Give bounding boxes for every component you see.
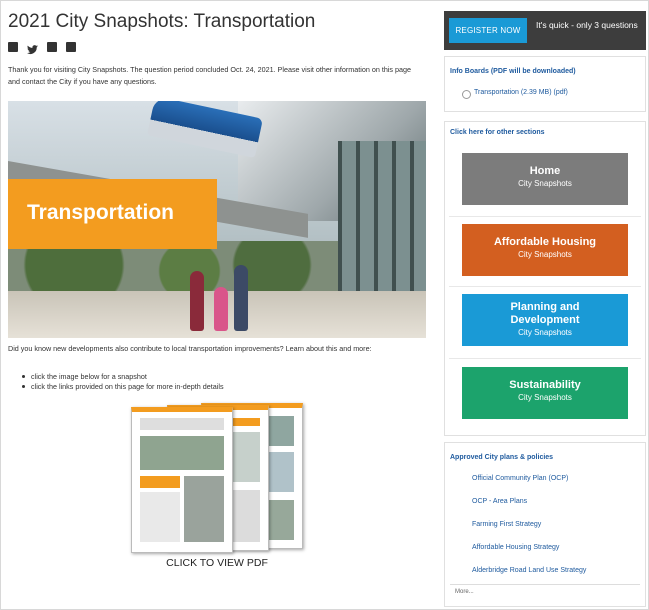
bullet-item: click the links provided on this page fo… [22, 382, 224, 392]
facebook-icon[interactable] [8, 42, 18, 52]
plans-heading: Approved City plans & policies [450, 454, 554, 461]
hero-image[interactable]: Transportation [8, 101, 426, 338]
linkedin-icon[interactable] [47, 42, 57, 52]
plan-link[interactable]: OCP - Area Plans [472, 498, 527, 505]
plan-link[interactable]: Official Community Plan (OCP) [472, 475, 568, 482]
tile-sustainability[interactable]: Sustainability City Snapshots [462, 367, 628, 419]
more-link[interactable]: More... [455, 589, 474, 595]
tile-planning-development[interactable]: Planning and Development City Snapshots [462, 294, 628, 346]
tile-home[interactable]: Home City Snapshots [462, 153, 628, 205]
register-button[interactable]: REGISTER NOW [449, 18, 527, 43]
tile-subtitle: City Snapshots [518, 250, 572, 259]
plan-link[interactable]: Farming First Strategy [472, 521, 541, 528]
tile-subtitle: City Snapshots [518, 393, 572, 402]
sections-panel: Click here for other sections Home City … [444, 121, 646, 436]
tile-title: Home [529, 165, 561, 177]
tile-subtitle: City Snapshots [518, 179, 572, 188]
tile-subtitle: City Snapshots [518, 328, 572, 337]
intro-text: Thank you for visiting City Snapshots. T… [8, 65, 411, 86]
divider [449, 358, 641, 359]
hero-people [188, 251, 268, 331]
pdf-caption[interactable]: CLICK TO VIEW PDF [131, 557, 303, 569]
tile-title: Sustainability [509, 379, 581, 391]
hero-banner-label: Transportation [27, 201, 175, 224]
plans-panel: Approved City plans & policies Official … [444, 442, 646, 607]
tile-title: Affordable Housing [493, 236, 597, 248]
twitter-icon[interactable] [27, 42, 38, 55]
register-text: It's quick - only 3 questions [536, 20, 638, 30]
info-boards-panel: Info Boards (PDF will be downloaded) Tra… [444, 56, 646, 112]
bullet-list: click the image below for a snapshot cli… [22, 372, 224, 391]
register-banner: REGISTER NOW It's quick - only 3 questio… [444, 11, 646, 50]
email-icon[interactable] [66, 42, 76, 52]
hero-banner: Transportation [8, 179, 217, 249]
main-content: 2021 City Snapshots: Transportation Than… [8, 10, 428, 87]
share-bar [8, 42, 428, 55]
pdf-thumbnail[interactable] [131, 403, 303, 553]
divider [449, 216, 641, 217]
info-boards-heading: Info Boards (PDF will be downloaded) [450, 68, 576, 75]
tile-affordable-housing[interactable]: Affordable Housing City Snapshots [462, 224, 628, 276]
tile-title: Planning and Development [510, 301, 580, 326]
bullet-item: click the image below for a snapshot [22, 372, 224, 382]
info-board-link[interactable]: Transportation (2.39 MB) (pdf) [462, 89, 568, 99]
plan-link[interactable]: Affordable Housing Strategy [472, 544, 559, 551]
know-text: Did you know new developments also contr… [8, 344, 372, 353]
page-title: 2021 City Snapshots: Transportation [8, 11, 316, 32]
divider [450, 584, 640, 585]
divider [449, 286, 641, 287]
plan-link[interactable]: Alderbridge Road Land Use Strategy [472, 567, 586, 574]
pdf-page-1 [131, 407, 233, 553]
sections-heading: Click here for other sections [450, 129, 545, 136]
